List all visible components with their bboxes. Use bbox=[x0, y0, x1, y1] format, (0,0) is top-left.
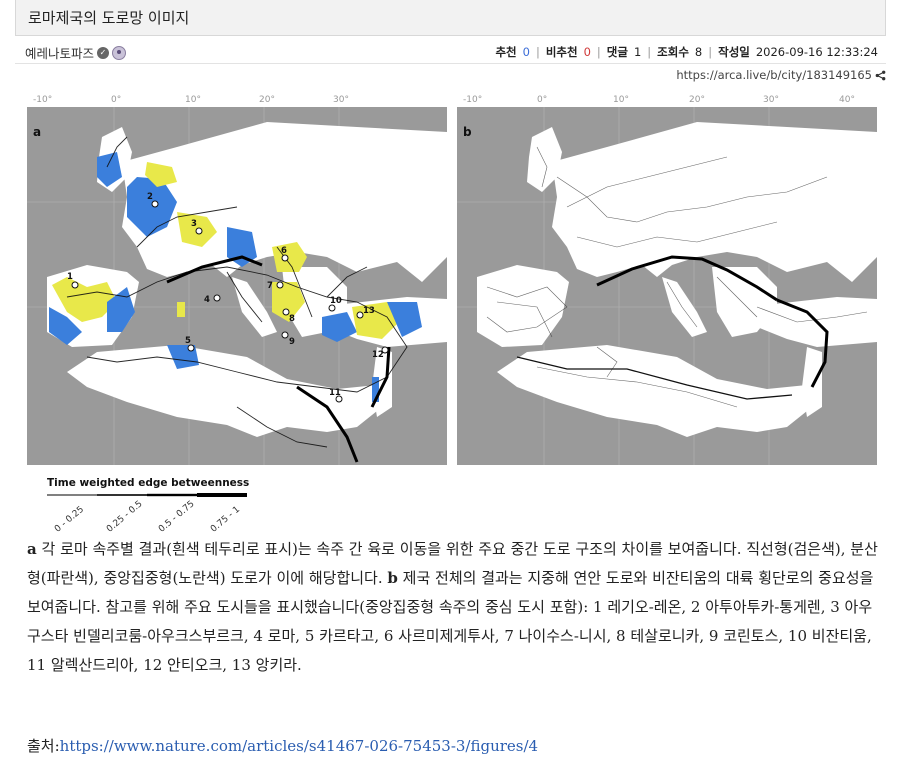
city-label: 6 bbox=[281, 246, 287, 256]
avatar[interactable] bbox=[112, 45, 127, 60]
divider: | bbox=[596, 45, 601, 59]
unrecommend-count: 0 bbox=[583, 45, 591, 59]
map-panel-b bbox=[457, 107, 877, 465]
source-line: 출처:https://www.nature.com/articles/s4146… bbox=[27, 735, 538, 756]
author-info[interactable]: 예레나토파즈 ✓ bbox=[25, 43, 127, 62]
post-stats: 추천 0 | 비추천 0 | 댓글 1 | 조회수 8 | 작성일 2026-0… bbox=[495, 44, 878, 60]
longitude-label: -10° bbox=[463, 95, 483, 105]
legend-labels: 0 - 0.25 0.25 - 0.5 0.5 - 0.75 0.75 - 1 bbox=[47, 499, 247, 535]
map-a-drawing: 1 2 3 4 5 6 7 8 9 10 11 12 13 bbox=[27, 107, 447, 465]
legend-title: Time weighted edge betweenness bbox=[47, 477, 250, 489]
city-label: 8 bbox=[289, 314, 295, 324]
legend-tick: 0 - 0.25 bbox=[53, 504, 87, 535]
longitude-label: 20° bbox=[689, 95, 705, 105]
legend-tick: 0.5 - 0.75 bbox=[157, 499, 197, 535]
longitude-label: 10° bbox=[185, 95, 201, 105]
post-title-bar: 로마제국의 도로망 이미지 bbox=[15, 0, 886, 36]
views-count: 8 bbox=[694, 45, 703, 59]
longitude-label: 30° bbox=[763, 95, 779, 105]
longitude-label: 40° bbox=[839, 95, 855, 105]
comments-count: 1 bbox=[633, 45, 642, 59]
share-icon[interactable] bbox=[875, 70, 886, 81]
unrecommend-label: 비추천 bbox=[545, 45, 578, 59]
caption-panel-b-letter: b bbox=[387, 569, 398, 587]
map-b-drawing bbox=[457, 107, 877, 465]
figure-caption: a 각 로마 속주별 결과(흰색 테두리로 표시)는 속주 간 육로 이동을 위… bbox=[27, 535, 879, 680]
legend-tick: 0.75 - 1 bbox=[209, 504, 243, 535]
city-label: 2 bbox=[147, 192, 153, 202]
legend-scale-line bbox=[47, 493, 247, 497]
longitude-label: 0° bbox=[111, 95, 122, 105]
post-date: 2026-09-16 12:33:24 bbox=[755, 45, 878, 59]
longitude-label: 30° bbox=[333, 95, 349, 105]
city-label: 9 bbox=[289, 337, 295, 347]
verified-icon: ✓ bbox=[97, 46, 110, 59]
divider: | bbox=[708, 45, 713, 59]
city-label: 10 bbox=[330, 296, 342, 306]
city-label: 12 bbox=[372, 350, 384, 360]
author-name[interactable]: 예레나토파즈 bbox=[25, 43, 94, 62]
map-panel-a: 1 2 3 4 5 6 7 8 9 10 11 12 13 bbox=[27, 107, 447, 465]
panel-label-b: b bbox=[463, 125, 472, 139]
recommend-count: 0 bbox=[522, 45, 530, 59]
post-url[interactable]: https://arca.live/b/city/183149165 bbox=[676, 68, 872, 82]
city-label: 11 bbox=[329, 388, 341, 398]
legend-tick: 0.25 - 0.5 bbox=[105, 499, 145, 535]
post-title: 로마제국의 도로망 이미지 bbox=[28, 9, 190, 27]
divider: | bbox=[647, 45, 652, 59]
city-label: 13 bbox=[363, 306, 375, 316]
caption-panel-a-letter: a bbox=[27, 540, 37, 558]
recommend-label: 추천 bbox=[495, 45, 517, 59]
views-label: 조회수 bbox=[657, 45, 689, 59]
city-label: 1 bbox=[67, 272, 73, 282]
longitude-label: 0° bbox=[537, 95, 548, 105]
longitude-label: 20° bbox=[259, 95, 275, 105]
source-label: 출처: bbox=[27, 737, 60, 755]
post-meta-row: 예레나토파즈 ✓ 추천 0 | 비추천 0 | 댓글 1 | 조회수 8 | 작… bbox=[15, 38, 886, 64]
panel-label-a: a bbox=[33, 125, 42, 139]
roman-road-network-figure: -10° 0° 10° 20° 30° -10° 0° 10° 20° 30° … bbox=[27, 95, 877, 535]
date-label: 작성일 bbox=[718, 45, 750, 59]
city-label: 4 bbox=[204, 295, 210, 305]
city-label: 3 bbox=[191, 219, 197, 229]
longitude-label: 10° bbox=[613, 95, 629, 105]
longitude-label: -10° bbox=[33, 95, 53, 105]
comments-label: 댓글 bbox=[606, 45, 628, 59]
source-link[interactable]: https://www.nature.com/articles/s41467-0… bbox=[60, 737, 538, 755]
divider: | bbox=[535, 45, 540, 59]
city-label: 7 bbox=[267, 281, 273, 291]
city-label: 5 bbox=[185, 336, 191, 346]
post-url-row[interactable]: https://arca.live/b/city/183149165 bbox=[676, 68, 886, 82]
